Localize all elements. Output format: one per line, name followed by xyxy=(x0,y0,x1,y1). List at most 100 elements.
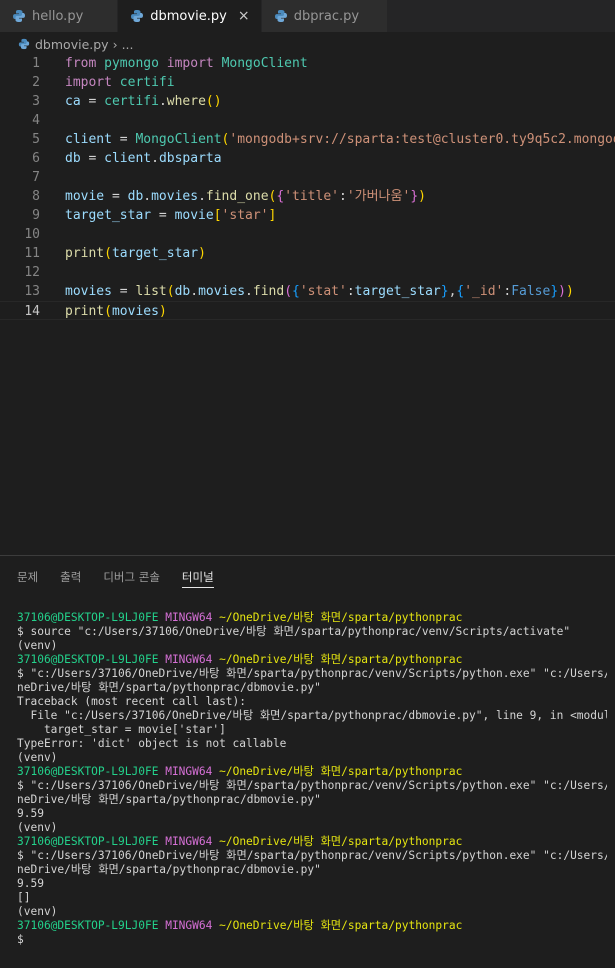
code-token: = xyxy=(80,151,105,166)
terminal-prompt-line: 37106@DESKTOP-L9LJ0FE MINGW64 ~/OneDrive… xyxy=(17,919,607,933)
terminal-output[interactable]: 37106@DESKTOP-L9LJ0FE MINGW64 ~/OneDrive… xyxy=(17,611,607,947)
code-token: ] xyxy=(268,208,277,223)
breadcrumb-file[interactable]: dbmovie.py xyxy=(35,37,109,52)
code-editor[interactable]: 1 from pymongo import MongoClient 2 import … xyxy=(0,54,615,554)
terminal-line: target_star = movie['star'] xyxy=(17,723,226,736)
code-line[interactable]: 5 client = MongoClient('mongodb+srv://spa… xyxy=(0,130,615,149)
code-line[interactable]: 7 xyxy=(0,168,615,187)
code-token: False xyxy=(511,284,551,299)
code-token: find xyxy=(252,284,285,299)
terminal-line: $ xyxy=(17,933,24,946)
code-token: . xyxy=(190,284,199,299)
line-number: 7 xyxy=(32,170,40,185)
code-line[interactable]: 10 xyxy=(0,225,615,244)
line-number: 12 xyxy=(24,265,40,280)
code-token: . xyxy=(151,151,159,166)
code-line[interactable]: 2 import certifi xyxy=(0,73,615,92)
code-line[interactable]: 6 db = client.dbsparta xyxy=(0,149,615,168)
terminal-line: TypeError: 'dict' object is not callable xyxy=(17,737,287,750)
code-text: from pymongo import MongoClient xyxy=(65,54,308,73)
code-text: target_star = movie['star'] xyxy=(65,206,276,225)
code-token: ( xyxy=(166,284,175,299)
code-token: dbsparta xyxy=(158,151,222,166)
code-token: movies xyxy=(65,284,112,299)
code-line[interactable]: 13 movies = list(db.movies.find({'stat':t… xyxy=(0,282,615,301)
code-token: target_star xyxy=(65,208,152,223)
code-line[interactable]: 1 from pymongo import MongoClient xyxy=(0,54,615,73)
code-token: db xyxy=(174,284,191,299)
code-token: MongoClient xyxy=(135,132,222,147)
code-token: print xyxy=(65,246,105,261)
terminal-line: (venv) xyxy=(17,751,58,764)
tab-problems[interactable]: 문제 xyxy=(17,560,38,588)
breadcrumb: dbmovie.py › ... xyxy=(0,33,615,55)
code-token: 'mongodb+srv://sparta:test@cluster0.ty9q… xyxy=(229,132,615,147)
prompt-path: ~/OneDrive/바탕 화면/sparta/pythonprac xyxy=(219,835,463,848)
tab-output[interactable]: 출력 xyxy=(60,560,81,588)
code-line[interactable]: 9 target_star = movie['star'] xyxy=(0,206,615,225)
panel-tab-bar: 문제 출력 디버그 콘솔 터미널 xyxy=(0,556,236,592)
code-text: print(target_star) xyxy=(65,244,206,263)
tab-terminal[interactable]: 터미널 xyxy=(181,560,214,588)
code-text: ca = certifi.where() xyxy=(65,92,222,111)
prompt-user: 37106@DESKTOP-L9LJ0FE xyxy=(17,653,159,666)
code-token: from xyxy=(65,56,97,71)
terminal-line: Traceback (most recent call last): xyxy=(17,695,247,708)
tab-label: dbprac.py xyxy=(293,8,360,24)
prompt-user: 37106@DESKTOP-L9LJ0FE xyxy=(17,765,159,778)
code-token: . xyxy=(198,189,206,204)
code-text: print(movies) xyxy=(65,302,167,321)
code-line[interactable]: 11 print(target_star) xyxy=(0,244,615,263)
code-line[interactable]: 14 print(movies) xyxy=(0,301,615,320)
code-token: } xyxy=(550,284,559,299)
code-line[interactable]: 8 movie = db.movies.find_one({'title':'가버… xyxy=(0,187,615,206)
code-text: movies = list(db.movies.find({'stat':tar… xyxy=(65,282,574,301)
tab-dbmovie-py[interactable]: dbmovie.py × xyxy=(118,0,262,32)
line-number: 4 xyxy=(32,113,40,128)
code-token: ( xyxy=(104,304,112,319)
code-token: : xyxy=(346,284,355,299)
terminal-line: 9.59 xyxy=(17,877,44,890)
code-token: . xyxy=(158,94,167,109)
line-number: 6 xyxy=(32,151,40,166)
code-text: db = client.dbsparta xyxy=(65,149,222,168)
code-token: where xyxy=(166,94,206,109)
python-file-icon xyxy=(274,10,287,22)
code-token: print xyxy=(65,304,105,319)
code-token: : xyxy=(503,284,512,299)
code-token: 'title' xyxy=(284,189,339,204)
python-file-icon xyxy=(131,10,144,22)
breadcrumb-symbols[interactable]: ... xyxy=(122,37,134,52)
code-token: ) xyxy=(158,304,167,319)
code-line[interactable]: 3 ca = certifi.where() xyxy=(0,92,615,111)
code-token: db xyxy=(65,151,81,166)
line-number: 9 xyxy=(32,208,40,223)
tab-dbprac-py[interactable]: dbprac.py xyxy=(261,0,389,32)
terminal-prompt-line: 37106@DESKTOP-L9LJ0FE MINGW64 ~/OneDrive… xyxy=(17,611,607,625)
code-token: import xyxy=(166,56,214,71)
code-token: ca xyxy=(65,94,81,109)
code-token: target_star xyxy=(354,284,441,299)
code-token: () xyxy=(205,94,222,109)
terminal-line: neDrive/바탕 화면/sparta/pythonprac/dbmovie.… xyxy=(17,793,321,806)
close-icon[interactable]: × xyxy=(237,8,251,24)
line-number: 10 xyxy=(24,227,40,242)
code-token: movie xyxy=(174,208,214,223)
code-line[interactable]: 12 xyxy=(0,263,615,282)
tab-debug-console[interactable]: 디버그 콘솔 xyxy=(103,560,160,588)
code-token: find_one xyxy=(205,189,269,204)
terminal-line: $ "c:/Users/37106/OneDrive/바탕 화면/sparta/… xyxy=(17,667,607,680)
prompt-path: ~/OneDrive/바탕 화면/sparta/pythonprac xyxy=(219,919,463,932)
tab-hello-py[interactable]: hello.py × xyxy=(0,0,119,32)
code-token: movies xyxy=(151,189,199,204)
bottom-panel: 문제 출력 디버그 콘솔 터미널 37106@DESKTOP-L9LJ0FE M… xyxy=(0,555,615,968)
code-token: . xyxy=(143,189,152,204)
code-token: 'star' xyxy=(221,208,269,223)
terminal-line: (venv) xyxy=(17,905,58,918)
python-file-icon xyxy=(13,10,25,22)
code-token: = xyxy=(104,189,128,204)
code-line[interactable]: 4 xyxy=(0,111,615,130)
